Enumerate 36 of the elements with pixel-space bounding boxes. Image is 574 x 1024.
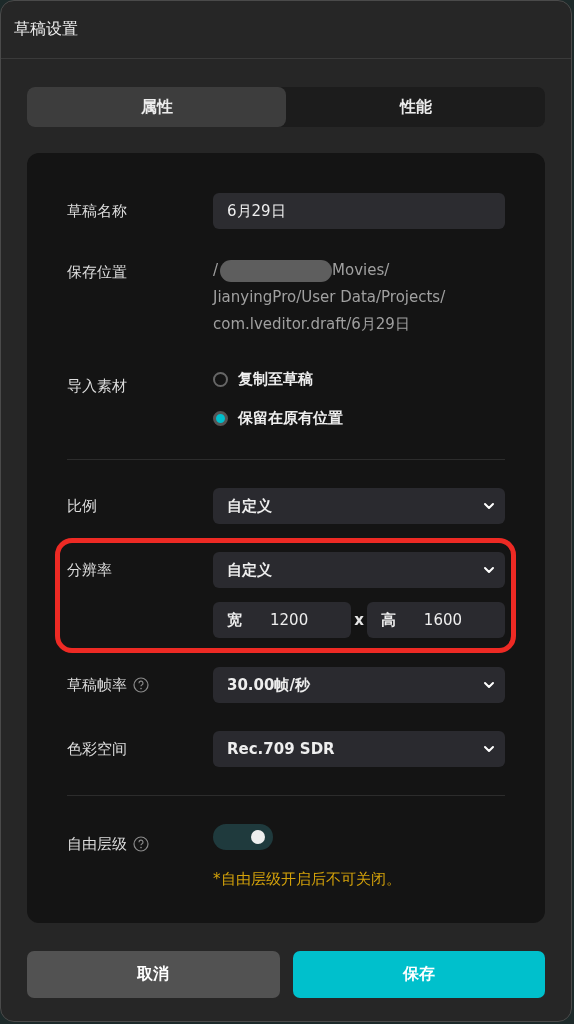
tab[interactable]: 性能: [286, 87, 545, 127]
dropdown[interactable]: 自定义: [213, 488, 505, 524]
path-text: Movies/: [332, 260, 390, 281]
dropdown[interactable]: 30.00帧/秒: [213, 667, 505, 703]
times-sign: x: [354, 611, 364, 629]
field-label: 比例: [67, 496, 97, 516]
tab[interactable]: 属性: [27, 87, 286, 127]
radio-button[interactable]: [213, 410, 228, 426]
chevron-down-icon: [483, 681, 495, 689]
toggle-switch[interactable]: [213, 824, 273, 850]
field-label: 色彩空间: [67, 739, 127, 759]
chevron-down-icon: [483, 502, 495, 510]
dropdown[interactable]: Rec.709 SDR: [213, 731, 505, 767]
cancel-button[interactable]: 取消: [27, 951, 280, 998]
field-label: 导入素材: [67, 376, 127, 396]
radio-label: 复制至草稿: [238, 369, 313, 389]
path-text: JianyingPro/User Data/Projects/: [213, 287, 447, 308]
field-label: 保存位置: [67, 262, 127, 282]
name-input-field[interactable]: 6月29日: [213, 193, 505, 229]
path-text: /: [213, 260, 219, 281]
window-title: 草稿设置: [14, 19, 78, 40]
radio-label: 保留在原有位置: [238, 408, 343, 428]
chevron-down-icon: [483, 745, 495, 753]
height-input-field[interactable]: 高 1600: [366, 602, 505, 638]
radio-button[interactable]: [213, 371, 228, 387]
field-label: 自由层级: [67, 834, 127, 854]
path-text: com.lveditor.draft/6月29日: [213, 314, 411, 335]
dropdown[interactable]: 自定义: [213, 552, 505, 588]
chevron-down-icon: [483, 566, 495, 574]
field-label: 分辨率: [67, 560, 112, 580]
width-input-field[interactable]: 宽 1200: [213, 602, 352, 638]
field-label: 草稿名称: [67, 201, 127, 221]
field-label: 草稿帧率: [67, 675, 127, 695]
help-icon[interactable]: [133, 677, 149, 693]
help-icon[interactable]: [133, 836, 149, 852]
warning-note: *自由层级开启后不可关闭。: [213, 870, 402, 889]
